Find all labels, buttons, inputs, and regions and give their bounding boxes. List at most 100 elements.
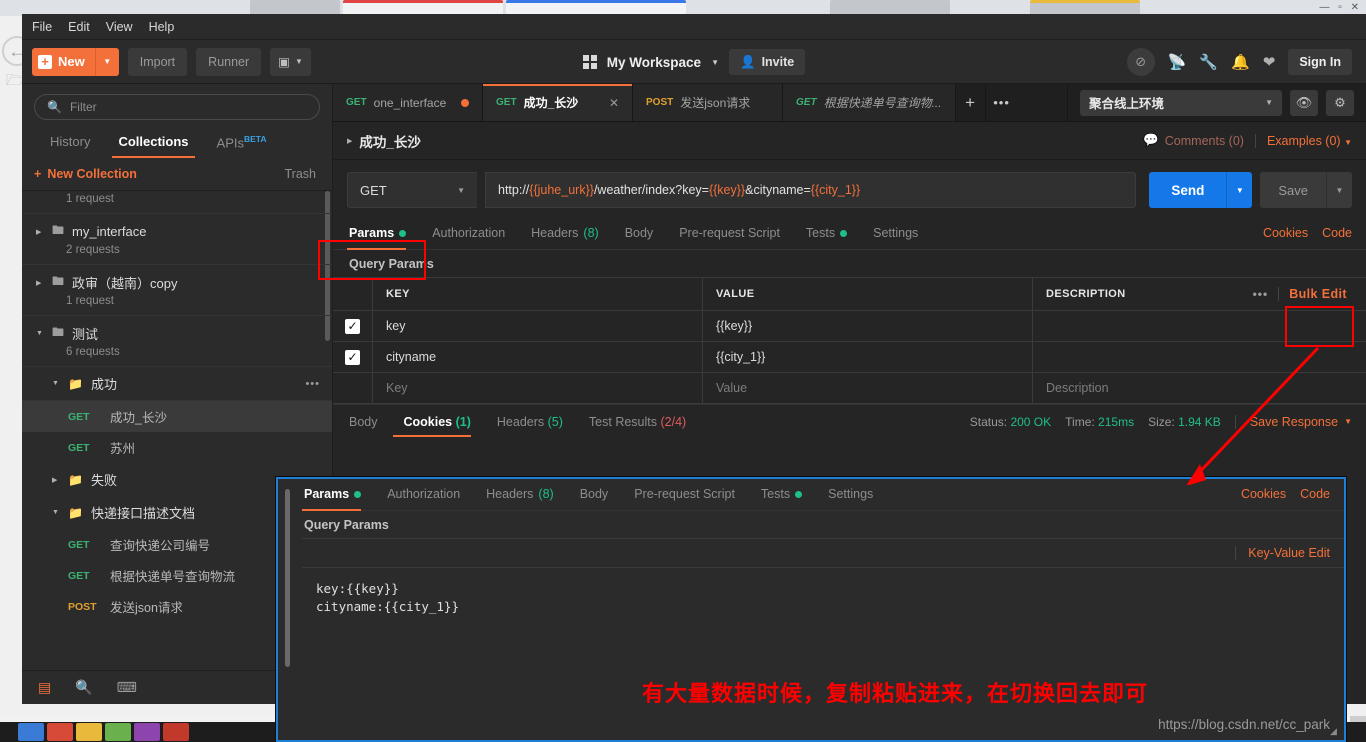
- param-key[interactable]: key: [373, 311, 703, 341]
- overlay-cookies-link[interactable]: Cookies: [1241, 487, 1286, 501]
- collection-item-ceshi[interactable]: ▼ 🖿 测试 6 requests: [22, 316, 332, 368]
- chevron-right-icon[interactable]: ▶: [347, 137, 352, 145]
- overlay-tab-headers[interactable]: Headers (8): [473, 487, 567, 510]
- sidebar-toggle-icon[interactable]: ▤: [38, 679, 51, 696]
- workspace-name[interactable]: My Workspace: [607, 55, 701, 70]
- param-key[interactable]: cityname: [373, 342, 703, 372]
- tab-tests[interactable]: Tests: [793, 226, 860, 249]
- request-tab-one-interface[interactable]: GET one_interface: [333, 84, 483, 121]
- param-description-placeholder[interactable]: Description: [1033, 373, 1366, 403]
- params-more-icon[interactable]: •••: [1253, 287, 1269, 301]
- taskbar-icon-app2[interactable]: [47, 723, 73, 741]
- search-input[interactable]: 🔍 Filter: [34, 94, 320, 120]
- param-value[interactable]: {{city_1}}: [703, 342, 1033, 372]
- resize-grip-icon[interactable]: ◢: [1330, 726, 1340, 736]
- overlay-tab-tests[interactable]: Tests: [748, 487, 815, 510]
- bulk-edit-textarea[interactable]: key:{{key}} cityname:{{city_1}}: [316, 580, 1330, 616]
- invite-button[interactable]: 👤 Invite: [728, 49, 806, 75]
- table-row[interactable]: ✓ key {{key}}: [333, 311, 1366, 342]
- console-icon[interactable]: ⌨: [117, 679, 137, 696]
- taskbar-icon-browser[interactable]: [18, 723, 44, 741]
- response-tab-test-results[interactable]: Test Results (2/4): [576, 407, 699, 437]
- new-tab-button[interactable]: +: [956, 84, 986, 121]
- menu-view[interactable]: View: [106, 20, 133, 34]
- close-icon[interactable]: ✕: [609, 96, 619, 110]
- heart-icon[interactable]: ❤: [1263, 53, 1276, 71]
- tab-authorization[interactable]: Authorization: [419, 226, 518, 249]
- tab-body[interactable]: Body: [612, 226, 667, 249]
- import-button[interactable]: Import: [127, 47, 188, 76]
- taskbar-icon-app3[interactable]: [76, 723, 102, 741]
- new-collection-button[interactable]: + New Collection: [34, 167, 137, 181]
- overlay-tab-pre-request-script[interactable]: Pre-request Script: [621, 487, 748, 510]
- chevron-down-icon[interactable]: ▼: [52, 380, 60, 387]
- chevron-right-icon[interactable]: ▶: [36, 228, 44, 236]
- param-key-placeholder[interactable]: Key: [373, 373, 703, 403]
- menu-edit[interactable]: Edit: [68, 20, 90, 34]
- chevron-down-icon[interactable]: ▼: [94, 47, 119, 76]
- collection-item-zhengshen[interactable]: ▶ 🖿 政审（越南）copy 1 request: [22, 265, 332, 317]
- search-icon[interactable]: 🔍: [75, 679, 92, 696]
- url-input[interactable]: http://{{juhe_urk}}/weather/index?key={{…: [485, 172, 1137, 208]
- overlay-tab-authorization[interactable]: Authorization: [374, 487, 473, 510]
- send-options-chevron-down-icon[interactable]: ▼: [1226, 172, 1253, 208]
- gear-icon[interactable]: ⚙: [1326, 89, 1354, 116]
- taskbar-icon-app4[interactable]: [105, 723, 131, 741]
- overlay-code-link[interactable]: Code: [1300, 487, 1330, 501]
- request-tab-query-logistics[interactable]: GET 根据快递单号查询物...: [783, 84, 956, 121]
- chevron-right-icon[interactable]: ▶: [52, 476, 60, 484]
- send-button[interactable]: Send: [1149, 172, 1227, 208]
- param-description[interactable]: [1033, 311, 1366, 341]
- examples-button[interactable]: Examples (0) ▼: [1267, 134, 1352, 148]
- sidebar-tab-apis[interactable]: APIsBETA: [203, 128, 281, 158]
- code-link[interactable]: Code: [1322, 226, 1352, 240]
- collection-item-my-interface[interactable]: ▶ 🖿 my_interface 2 requests: [22, 214, 332, 266]
- checkbox[interactable]: ✓: [345, 318, 360, 334]
- trash-button[interactable]: Trash: [285, 167, 317, 181]
- new-button[interactable]: + New ▼: [32, 47, 119, 76]
- tabbar-more-icon[interactable]: •••: [986, 84, 1018, 121]
- save-options-chevron-down-icon[interactable]: ▼: [1326, 172, 1352, 208]
- sidebar-request-suzhou[interactable]: GET 苏州: [22, 432, 332, 463]
- overlay-tab-settings[interactable]: Settings: [815, 487, 886, 510]
- response-tab-body[interactable]: Body: [347, 407, 391, 437]
- runner-button[interactable]: Runner: [196, 47, 262, 76]
- method-selector[interactable]: GET ▼: [347, 172, 477, 208]
- chevron-down-icon[interactable]: ▼: [36, 330, 44, 337]
- bell-icon[interactable]: 🔔: [1231, 53, 1250, 71]
- tab-pre-request-script[interactable]: Pre-request Script: [666, 226, 793, 249]
- taskbar-icon-app6[interactable]: [163, 723, 189, 741]
- environment-selector[interactable]: 聚合线上环境 ▼: [1080, 89, 1282, 116]
- request-tab-chenggong-changsha[interactable]: GET 成功_长沙 ✕: [483, 84, 633, 121]
- eye-off-icon[interactable]: ⊘: [1126, 47, 1155, 76]
- sidebar-request-chenggong-changsha[interactable]: GET 成功_长沙: [22, 401, 332, 433]
- param-value-placeholder[interactable]: Value: [703, 373, 1033, 403]
- request-tab-send-json[interactable]: POST 发送json请求: [633, 84, 783, 121]
- sidebar-tab-history[interactable]: History: [36, 128, 104, 158]
- new-tab-split-button[interactable]: ▣ ▼: [270, 47, 311, 76]
- folder-item-chenggong[interactable]: ▼ 📁 成功 •••: [22, 367, 332, 402]
- chevron-right-icon[interactable]: ▶: [36, 279, 44, 287]
- overlay-tab-params[interactable]: Params: [302, 487, 374, 511]
- save-response-button[interactable]: Save Response ▼: [1250, 415, 1352, 429]
- tab-headers[interactable]: Headers (8): [518, 226, 612, 249]
- response-tab-cookies[interactable]: Cookies (1): [391, 407, 484, 437]
- comments-button[interactable]: 💬 Comments (0): [1143, 133, 1244, 148]
- sign-in-button[interactable]: Sign In: [1288, 48, 1352, 75]
- key-value-edit-button[interactable]: Key-Value Edit: [1248, 546, 1330, 560]
- eye-icon[interactable]: 👁: [1290, 89, 1318, 116]
- satellite-icon[interactable]: 📡: [1168, 53, 1187, 71]
- bulk-edit-button[interactable]: Bulk Edit: [1289, 287, 1347, 301]
- wrench-icon[interactable]: 🔧: [1199, 53, 1218, 71]
- overlay-scrollbar[interactable]: [285, 489, 290, 667]
- table-row[interactable]: ✓ cityname {{city_1}}: [333, 342, 1366, 373]
- overlay-tab-body[interactable]: Body: [567, 487, 622, 510]
- folder-more-icon[interactable]: •••: [305, 378, 320, 390]
- table-row-placeholder[interactable]: Key Value Description: [333, 373, 1366, 404]
- response-tab-headers[interactable]: Headers (5): [484, 407, 576, 437]
- sidebar-tab-collections[interactable]: Collections: [104, 128, 202, 159]
- param-description[interactable]: [1033, 342, 1366, 372]
- taskbar-icon-app5[interactable]: [134, 723, 160, 741]
- tab-settings[interactable]: Settings: [860, 226, 931, 249]
- chevron-down-icon[interactable]: ▼: [711, 58, 719, 67]
